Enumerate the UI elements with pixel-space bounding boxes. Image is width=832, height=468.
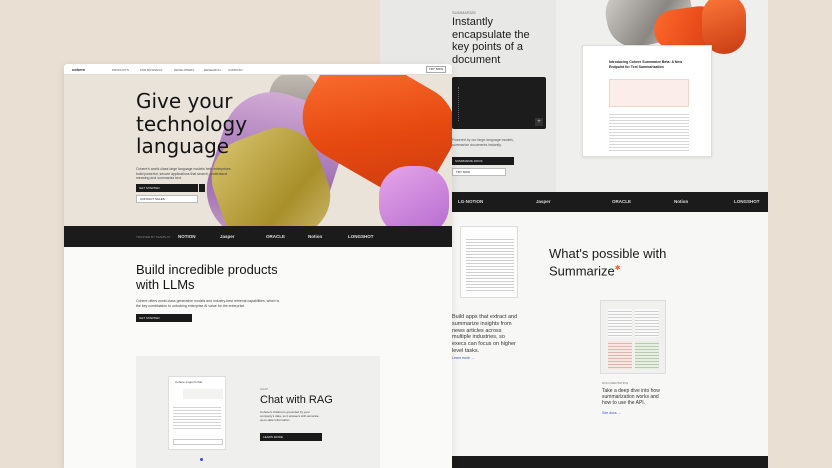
front-page: cohere PRODUCTS FOR BUSINESS DEVELOPERS … [64, 64, 452, 468]
try-now-button[interactable]: TRY NOW [452, 168, 506, 176]
hero-section: cohere PRODUCTS FOR BUSINESS DEVELOPERS … [64, 64, 452, 226]
learn-more-button[interactable]: LEARN MORE [260, 433, 322, 441]
logo-5: LONGSHOT [734, 199, 760, 204]
hero-paragraph: Cohere's world-class large language mode… [136, 167, 231, 180]
cohere-logo[interactable]: cohere [72, 67, 85, 72]
whats-possible-heading: What's possible with Summarize✱ [549, 246, 667, 279]
docs-link[interactable]: See docs → [602, 411, 621, 415]
documents-grid-card [600, 300, 666, 374]
nav-company[interactable]: COMPANY [228, 68, 243, 72]
article-quote [609, 79, 689, 107]
decorative-shape-pink [379, 166, 449, 226]
logo-3: ORACLE [612, 199, 631, 204]
top-nav: cohere PRODUCTS FOR BUSINESS DEVELOPERS … [64, 64, 452, 75]
docs-kicker: DOCUMENTATION [602, 381, 629, 385]
logo-2: Jasper [536, 199, 551, 204]
build-paragraph: Cohere offers world-class generative mod… [136, 299, 280, 308]
chat-header: Cohere support chat [175, 380, 203, 384]
arrow-icon [199, 184, 205, 192]
rag-section: Cohere support chat CHAT Chat with RAG C… [136, 356, 380, 468]
summarize-docs-button[interactable]: SUMMARIZE DOCS [452, 157, 514, 165]
build-get-started-button[interactable]: GET STARTED [136, 314, 192, 322]
summary-preview-text [466, 237, 514, 293]
rag-kicker: CHAT [260, 387, 268, 391]
plus-icon[interactable]: + [535, 118, 543, 126]
document-card: + [452, 77, 546, 129]
nav-research[interactable]: RESEARCH [204, 68, 221, 72]
chat-preview: Cohere support chat [168, 376, 226, 450]
nav-for-business[interactable]: FOR BUSINESS [140, 68, 162, 72]
chat-input[interactable] [173, 439, 223, 445]
chat-bot-bubble [173, 405, 221, 431]
use-case-paragraph: Build apps that extract and summarize in… [452, 314, 518, 354]
trusted-logo-1: NOTION [178, 234, 196, 239]
hero-heading: Give your technology language [136, 89, 248, 158]
trusted-logo-3: ORACLE [266, 234, 285, 239]
article-body [609, 112, 689, 152]
doc-page-1 [608, 309, 632, 337]
build-heading: Build incredible products with LLMs [136, 262, 278, 292]
asterisk-icon: ✱ [614, 265, 621, 272]
contact-sales-button[interactable]: CONTACT SALES [136, 195, 198, 203]
summarize-kicker: SUMMARIZE [452, 10, 476, 15]
carousel-dot[interactable] [200, 458, 203, 461]
chat-user-bubble [183, 389, 223, 399]
summarize-paragraph: Powered by our large language models, su… [452, 138, 514, 147]
logo-1: LG-NOTION [458, 199, 484, 204]
rag-heading: Chat with RAG [260, 394, 333, 406]
rag-paragraph: Cohere's chatbot is grounded by your com… [260, 410, 320, 422]
summarize-heading: Instantly encapsulate the key points of … [452, 16, 530, 66]
get-started-button[interactable]: GET STARTED [136, 184, 205, 192]
doc-page-4 [635, 341, 659, 369]
article-card: Introducing Cohere Summarize Beta: A New… [582, 45, 712, 157]
doc-page-3 [608, 341, 632, 369]
nav-developers[interactable]: DEVELOPERS [174, 68, 194, 72]
use-case-link[interactable]: Learn more → [452, 356, 474, 360]
back-logo-strip: LG-NOTION Jasper ORACLE Notion LONGSHOT [452, 192, 768, 212]
nav-products[interactable]: PRODUCTS [112, 68, 129, 72]
summary-preview-card [460, 226, 518, 298]
document-lines [458, 87, 460, 121]
try-now-nav-button[interactable]: TRY NOW [426, 66, 446, 73]
back-footer-strip [452, 456, 768, 468]
doc-page-2 [635, 309, 659, 337]
trusted-logo-4: Notion [308, 234, 323, 239]
trusted-logo-2: Jasper [220, 234, 235, 239]
logo-4: Notion [674, 199, 689, 204]
trusted-by-strip: TRUSTED BY TEAMS AT NOTION Jasper ORACLE… [64, 226, 452, 247]
article-title: Introducing Cohere Summarize Beta: A New… [609, 60, 683, 69]
trusted-logo-5: LONGSHOT [348, 234, 374, 239]
trusted-by-label: TRUSTED BY TEAMS AT [136, 235, 171, 239]
docs-paragraph: Take a deep dive into how summarization … [602, 388, 660, 406]
